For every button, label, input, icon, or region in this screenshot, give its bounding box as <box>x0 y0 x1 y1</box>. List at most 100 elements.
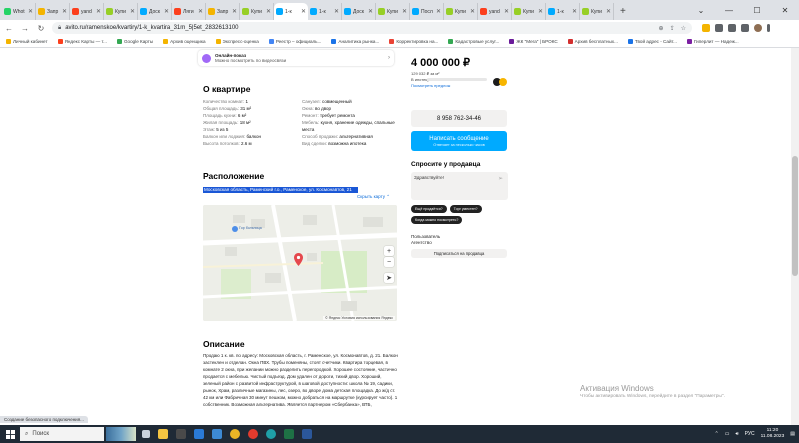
browser-tab[interactable]: yand ✕ <box>70 3 104 20</box>
close-window-icon[interactable]: ✕ <box>771 0 799 20</box>
task-view-icon[interactable] <box>142 430 150 438</box>
bookmark-item[interactable]: Аналитика рынка... <box>331 39 379 44</box>
tab-close-icon[interactable]: ✕ <box>198 8 203 15</box>
word-icon[interactable] <box>302 429 312 439</box>
bookmark-item[interactable]: Личный кабинет <box>6 39 48 44</box>
tab-close-icon[interactable]: ✕ <box>96 8 101 15</box>
share-icon[interactable]: ⇪ <box>670 25 675 32</box>
browser-tab[interactable]: Купи ✕ <box>104 3 138 20</box>
show-phone-button[interactable]: 8 958 762-34-46 <box>411 110 507 127</box>
ask-seller-input[interactable]: Здравствуйте! ➢ <box>411 172 508 200</box>
browser-tab[interactable]: Ляги ✕ <box>172 3 206 20</box>
write-message-button[interactable]: Написать сообщение Отвечает за несколько… <box>411 131 507 151</box>
tab-close-icon[interactable]: ✕ <box>504 8 509 15</box>
search-highlight-image[interactable] <box>106 427 136 441</box>
browser-tab[interactable]: Запр ✕ <box>206 3 240 20</box>
tab-close-icon[interactable]: ✕ <box>402 8 407 15</box>
browser-tab[interactable]: Купи ✕ <box>444 3 478 20</box>
bookmark-item[interactable]: Google Карты <box>116 39 153 44</box>
bookmark-item[interactable]: Экспресс-оценка <box>215 39 259 44</box>
tray-chevron-icon[interactable]: ⌃ <box>715 431 719 437</box>
tab-close-icon[interactable]: ✕ <box>130 8 135 15</box>
browser-tab[interactable]: yand ✕ <box>478 3 512 20</box>
subscribe-seller-button[interactable]: Подписаться на продавца <box>411 249 507 258</box>
browser-tab[interactable]: Купи ✕ <box>580 3 614 20</box>
new-tab-button[interactable]: + <box>614 3 632 20</box>
send-icon[interactable]: ➢ <box>498 175 503 182</box>
forward-icon[interactable]: → <box>20 24 30 33</box>
minimize-icon[interactable]: — <box>715 0 743 20</box>
tab-close-icon[interactable]: ✕ <box>334 8 339 15</box>
calculator-icon[interactable] <box>176 429 186 439</box>
bookmark-item[interactable]: Кадастровые услуг... <box>448 39 499 44</box>
tab-search-icon[interactable]: ⌄ <box>687 0 715 20</box>
tab-close-icon[interactable]: ✕ <box>164 8 169 15</box>
hide-map-link[interactable]: Скрыть карту ⌃ <box>357 194 390 200</box>
tab-close-icon[interactable]: ✕ <box>368 8 373 15</box>
browser-tab[interactable]: Посл ✕ <box>410 3 444 20</box>
tab-close-icon[interactable]: ✕ <box>301 8 306 15</box>
bookmark-item[interactable]: Гиперлит — Надеж... <box>686 39 739 44</box>
quick-question-chip[interactable]: Торг уместен? <box>449 205 482 213</box>
explorer-icon[interactable] <box>158 429 168 439</box>
paint-icon[interactable] <box>212 429 222 439</box>
scrollbar-thumb[interactable] <box>792 156 798 276</box>
excel-icon[interactable] <box>284 429 294 439</box>
browser-tab[interactable]: Купи ✕ <box>512 3 546 20</box>
quick-question-chip[interactable]: Ещё продаётся? <box>411 205 447 213</box>
url-field[interactable]: 🔒︎ avito.ru/ramenskoe/kvartiry/1-k_kvart… <box>52 22 692 34</box>
mortgage-link[interactable]: Посмотреть предлож <box>411 83 450 88</box>
zoom-out-button[interactable]: − <box>384 257 394 267</box>
map[interactable]: Гор больница + − ➤ © Яндекс Условия испо… <box>203 205 397 321</box>
bookmark-item[interactable]: ЖК "Мега" | БРОКС <box>509 39 558 44</box>
edge-icon[interactable] <box>266 429 276 439</box>
browser-tab[interactable]: Whot ✕ <box>2 3 36 20</box>
browser-tab[interactable]: Купи ✕ <box>240 3 274 20</box>
online-viewing-card[interactable]: Онлайн-показ Можно посмотреть по видеосв… <box>198 50 394 66</box>
sidepanel-icon[interactable] <box>741 24 749 32</box>
browser-tab[interactable]: Доск ✕ <box>342 3 376 20</box>
back-icon[interactable]: ← <box>4 24 14 33</box>
mail-icon[interactable] <box>194 429 204 439</box>
lock-icon[interactable]: 🔒︎ <box>58 25 61 32</box>
yandex-browser-icon[interactable] <box>248 429 258 439</box>
volume-icon[interactable]: 🔊︎ <box>735 431 738 437</box>
browser-tab[interactable]: Доск ✕ <box>138 3 172 20</box>
bookmark-item[interactable]: Реестр – официаль... <box>268 39 321 44</box>
zoom-icon[interactable]: ⊕ <box>659 25 664 32</box>
bookmark-item[interactable]: Архив бесплатных... <box>567 39 618 44</box>
profile-avatar[interactable] <box>754 24 762 32</box>
bookmark-star-icon[interactable]: ☆ <box>681 25 686 32</box>
bookmark-item[interactable]: Яндекс Карты — т... <box>57 39 107 44</box>
tab-close-icon[interactable]: ✕ <box>28 8 33 15</box>
clock[interactable]: 11:20 11.08.2023 <box>761 428 785 440</box>
geolocation-button[interactable]: ➤ <box>384 273 394 283</box>
menu-icon[interactable] <box>767 24 770 32</box>
bookmark-item[interactable]: Корректировка на... <box>389 39 438 44</box>
tab-close-icon[interactable]: ✕ <box>266 8 271 15</box>
browser-tab[interactable]: 1-к ✕ <box>274 3 308 20</box>
zoom-in-button[interactable]: + <box>384 246 394 256</box>
maximize-icon[interactable]: ☐ <box>743 0 771 20</box>
taskbar-search[interactable]: ⌕ Поиск <box>20 427 104 441</box>
browser-tab[interactable]: Запр ✕ <box>36 3 70 20</box>
browser-tab[interactable]: 1-к ✕ <box>546 3 580 20</box>
tab-close-icon[interactable]: ✕ <box>232 8 237 15</box>
quick-question-chip[interactable]: Когда можно посмотреть? <box>411 216 463 224</box>
chrome-icon[interactable] <box>230 429 240 439</box>
download-icon[interactable] <box>728 24 736 32</box>
notifications-icon[interactable]: ▤ <box>790 431 795 437</box>
bookmark-item[interactable]: Твой адрес - Сайт... <box>627 39 677 44</box>
puzzle-icon[interactable] <box>715 24 723 32</box>
browser-tab[interactable]: 1-к ✕ <box>308 3 342 20</box>
tab-close-icon[interactable]: ✕ <box>572 8 577 15</box>
browser-tab[interactable]: Купи ✕ <box>376 3 410 20</box>
reload-icon[interactable]: ↻ <box>36 24 46 33</box>
start-button[interactable] <box>0 425 20 443</box>
tab-close-icon[interactable]: ✕ <box>538 8 543 15</box>
tab-close-icon[interactable]: ✕ <box>62 8 67 15</box>
language-indicator[interactable]: РУС <box>745 431 755 437</box>
map-attribution[interactable]: © Яндекс Условия использования Яндекс <box>323 316 395 320</box>
tab-close-icon[interactable]: ✕ <box>606 8 611 15</box>
network-icon[interactable]: ▭ <box>725 431 730 437</box>
